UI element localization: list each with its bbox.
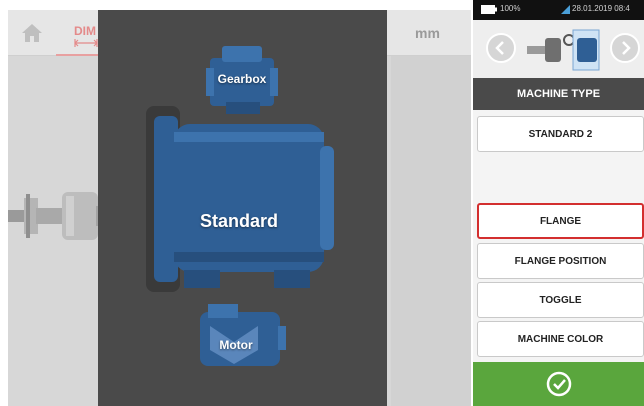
home-button[interactable] <box>8 10 56 56</box>
flange-button[interactable]: FLANGE <box>477 203 644 239</box>
unit-toggle[interactable]: mm <box>415 25 440 41</box>
signal-icon <box>561 5 570 14</box>
section-title: MACHINE TYPE <box>473 78 644 110</box>
right-panel: 100% 28.01.2019 08:4 MACHINE TYPE STANDA… <box>473 0 644 406</box>
tab-dimensions-label: DIM <box>74 24 96 38</box>
battery-icon <box>481 5 497 14</box>
machine-option-motor[interactable]: Motor <box>196 302 288 374</box>
battery-text: 100% <box>500 4 521 13</box>
standard-label: Standard <box>199 211 278 231</box>
dimension-arrows-icon <box>74 39 98 47</box>
home-icon <box>22 24 42 42</box>
machine-train-thumbnail-icon <box>527 29 600 71</box>
datetime-text: 28.01.2019 08:4 <box>572 4 630 13</box>
coupling-shaft <box>8 192 108 240</box>
right-canvas-strip <box>391 56 471 406</box>
flange-position-button[interactable]: FLANGE POSITION <box>477 243 644 279</box>
status-bar: 100% 28.01.2019 08:4 <box>473 0 644 20</box>
machine-type-overlay: Gearbox Standard Motor <box>98 10 387 406</box>
carousel-prev-button[interactable] <box>485 32 517 64</box>
machine-carousel <box>473 20 644 78</box>
machine-option-standard[interactable]: Standard <box>144 102 336 296</box>
chevron-left-circle-icon <box>486 33 516 63</box>
toggle-button[interactable]: TOGGLE <box>477 282 644 318</box>
machine-type-select[interactable]: STANDARD 2 <box>477 116 644 152</box>
machine-color-button[interactable]: MACHINE COLOR <box>477 321 644 357</box>
motor-label: Motor <box>219 338 253 352</box>
carousel-next-button[interactable] <box>609 32 641 64</box>
check-circle-icon <box>546 371 571 397</box>
confirm-button[interactable] <box>473 362 644 406</box>
chevron-right-circle-icon <box>610 33 640 63</box>
gearbox-label: Gearbox <box>217 72 267 86</box>
standard-machine-icon <box>146 106 334 292</box>
